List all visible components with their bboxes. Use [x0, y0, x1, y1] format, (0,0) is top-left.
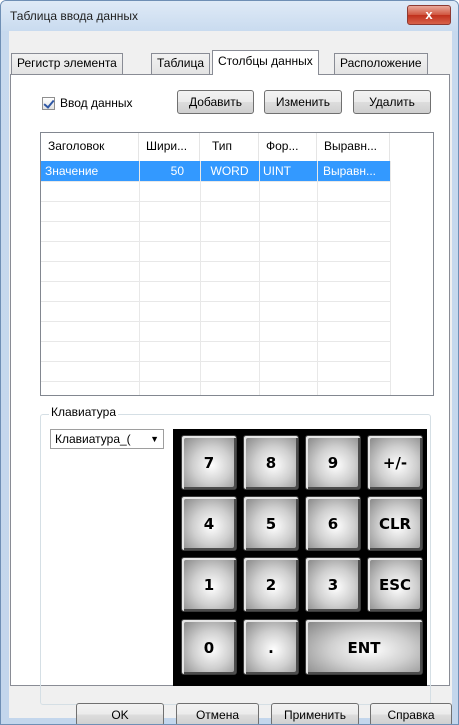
- cell-format: UINT: [263, 164, 291, 178]
- key-0: 0: [181, 619, 237, 675]
- grid-line: [317, 161, 318, 395]
- keyboard-select-value: Клавиатура_(: [55, 432, 131, 446]
- close-icon: x: [425, 7, 433, 22]
- grid-line: [41, 301, 390, 302]
- chevron-down-icon: ▼: [150, 434, 159, 444]
- key-8: 8: [243, 435, 299, 490]
- column-header-type[interactable]: Тип: [200, 133, 259, 161]
- keyboard-group-label: Клавиатура: [49, 405, 118, 419]
- cancel-button[interactable]: Отмена: [176, 703, 259, 724]
- dialog-client-area: Регистр элемента Таблица Столбцы данных …: [9, 31, 452, 724]
- data-columns-list[interactable]: Заголовок Шири... Тип Фор... Выравн... З…: [40, 132, 434, 396]
- grid-line: [41, 341, 390, 342]
- grid-line: [390, 161, 391, 395]
- key-5: 5: [243, 496, 299, 551]
- tab-table[interactable]: Таблица: [151, 53, 211, 74]
- edit-button[interactable]: Изменить: [264, 90, 342, 114]
- grid-line: [41, 381, 390, 382]
- delete-button[interactable]: Удалить: [353, 90, 431, 114]
- column-header-width[interactable]: Шири...: [139, 133, 200, 161]
- help-button[interactable]: Справка: [370, 703, 452, 724]
- ok-button[interactable]: OK: [76, 703, 164, 724]
- grid-line: [41, 181, 390, 182]
- tab-data-columns[interactable]: Столбцы данных: [212, 50, 319, 75]
- grid-line: [139, 161, 140, 395]
- key-9: 9: [305, 435, 361, 490]
- close-button[interactable]: x: [407, 5, 451, 25]
- window-title: Таблица ввода данных: [10, 9, 138, 23]
- cell-title: Значение: [45, 164, 99, 178]
- key-1: 1: [181, 557, 237, 612]
- data-input-checkbox-label: Ввод данных: [60, 96, 133, 110]
- cell-type: WORD: [210, 164, 249, 178]
- column-header-align[interactable]: Выравн...: [317, 133, 390, 161]
- title-bar[interactable]: Таблица ввода данных x: [1, 1, 458, 31]
- keyboard-select[interactable]: Клавиатура_( ▼: [50, 429, 164, 449]
- key-4: 4: [181, 496, 237, 551]
- cell-align: Выравн...: [323, 164, 376, 178]
- tab-element-register[interactable]: Регистр элемента: [11, 53, 123, 74]
- grid-line: [41, 201, 390, 202]
- grid-line: [200, 161, 201, 395]
- add-button[interactable]: Добавить: [177, 90, 254, 114]
- key-clr: CLR: [367, 496, 423, 551]
- column-header-title[interactable]: Заголовок: [41, 133, 139, 161]
- table-row[interactable]: Значение 50 WORD UINT Выравн...: [41, 161, 390, 181]
- keypad-preview: 7 8 9 +/- 4 5 6 CLR 1 2 3 ESC 0 . ENT: [173, 429, 427, 686]
- grid-line: [41, 321, 390, 322]
- key-7: 7: [181, 435, 237, 490]
- apply-button[interactable]: Применить: [271, 703, 359, 724]
- grid-line: [259, 161, 260, 395]
- key-plus-minus: +/-: [367, 435, 423, 490]
- grid-line: [41, 261, 390, 262]
- grid-line: [41, 361, 390, 362]
- key-esc: ESC: [367, 557, 423, 612]
- key-6: 6: [305, 496, 361, 551]
- column-header-format[interactable]: Фор...: [259, 133, 317, 161]
- grid-line: [41, 281, 390, 282]
- key-ent: ENT: [305, 619, 423, 675]
- key-2: 2: [243, 557, 299, 612]
- dialog-window: Таблица ввода данных x Регистр элемента …: [0, 0, 459, 725]
- key-3: 3: [305, 557, 361, 612]
- cell-width: 50: [170, 164, 184, 178]
- grid-line: [41, 241, 390, 242]
- grid-line: [41, 221, 390, 222]
- list-header: Заголовок Шири... Тип Фор... Выравн...: [41, 133, 433, 161]
- tab-layout[interactable]: Расположение: [334, 53, 428, 74]
- data-input-checkbox[interactable]: [42, 97, 55, 110]
- key-dot: .: [243, 619, 299, 675]
